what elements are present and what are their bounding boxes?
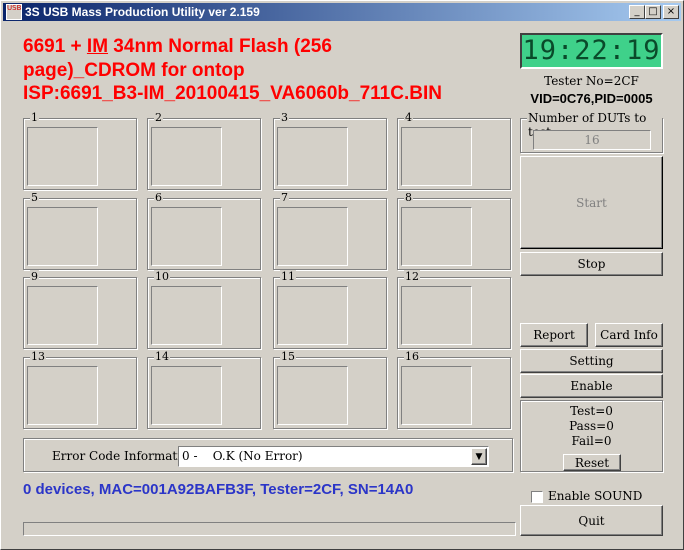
slot-13: 13 [23,350,137,429]
slot-status-panel [27,127,98,186]
slot-status-panel [277,127,348,186]
slot-number: 13 [30,350,46,364]
enable-sound-label: Enable SOUND [548,489,643,503]
slot-15: 15 [273,350,387,429]
slot-status-panel [151,366,222,425]
slot-number: 15 [280,350,296,364]
slot-status-panel [401,286,472,345]
title-bar[interactable]: USB 3S USB Mass Production Utility ver 2… [3,3,681,21]
start-button[interactable]: Start [520,156,663,249]
slot-status-panel [151,207,222,266]
slot-3: 3 [273,111,387,190]
vid-pid: VID=0C76,PID=0005 [530,91,653,106]
slot-status-panel [277,366,348,425]
slot-16: 16 [397,350,511,429]
slot-4: 4 [397,111,511,190]
slot-status-panel [277,207,348,266]
stop-button[interactable]: Stop [520,252,663,276]
slot-number: 1 [30,111,39,125]
app-window: USB 3S USB Mass Production Utility ver 2… [0,0,684,550]
maximize-icon: □ [648,6,658,17]
slot-2: 2 [147,111,261,190]
slot-9: 9 [23,270,137,349]
counters-panel: Test=0 Pass=0 Fail=0 Reset [520,400,663,472]
enable-button[interactable]: Enable [520,374,663,398]
slot-number: 11 [280,270,296,284]
fail-count: Fail=0 [571,434,612,448]
slot-number: 4 [404,111,413,125]
slot-status-panel [27,366,98,425]
slot-number: 9 [30,270,39,284]
minimize-button[interactable]: _ [629,5,645,19]
slot-number: 6 [154,191,163,205]
close-button[interactable]: × [663,5,679,19]
slot-number: 3 [280,111,289,125]
slot-status-panel [151,286,222,345]
usb-app-icon: USB [6,4,22,20]
headline-line-3: ISP:6691_B3-IM_20100415_VA6060b_711C.BIN [23,83,442,104]
error-code-value: 0 - O.K (No Error) [182,449,303,463]
slot-12: 12 [397,270,511,349]
status-line: 0 devices, MAC=001A92BAFB3F, Tester=2CF,… [23,481,414,498]
slot-number: 8 [404,191,413,205]
close-icon: × [666,6,676,17]
error-code-select[interactable]: 0 - O.K (No Error) ▼ [178,446,489,467]
slot-7: 7 [273,191,387,270]
card-info-button[interactable]: Card Info [595,323,663,347]
slot-14: 14 [147,350,261,429]
duts-count-field[interactable]: 16 [533,130,651,150]
slot-number: 16 [404,350,420,364]
enable-sound-checkbox[interactable] [531,491,543,503]
quit-button[interactable]: Quit [520,505,663,536]
slot-status-panel [401,366,472,425]
report-button[interactable]: Report [520,323,588,347]
headline-line-1: 6691 + IM 34nm Normal Flash (256 [23,36,332,57]
slot-status-panel [151,127,222,186]
minimize-icon: _ [634,6,640,17]
slot-6: 6 [147,191,261,270]
tester-number: Tester No=2CF [544,74,639,88]
slot-status-panel [277,286,348,345]
slot-status-panel [401,127,472,186]
slot-number: 12 [404,270,420,284]
slot-number: 5 [30,191,39,205]
reset-button[interactable]: Reset [563,454,621,471]
slot-number: 2 [154,111,163,125]
pass-count: Pass=0 [569,419,614,433]
dropdown-arrow-icon[interactable]: ▼ [471,448,487,465]
slot-1: 1 [23,111,137,190]
window-title: 3S USB Mass Production Utility ver 2.159 [25,5,260,19]
progress-bar [23,522,516,536]
error-code-panel: Error Code Information: 0 - O.K (No Erro… [23,438,513,472]
maximize-button[interactable]: □ [645,5,661,19]
duts-group: Number of DUTs to test 16 [520,111,663,153]
slot-10: 10 [147,270,261,349]
slot-number: 10 [154,270,170,284]
headline-line-2: page)_CDROM for ontop [23,60,245,81]
slot-8: 8 [397,191,511,270]
slot-status-panel [27,286,98,345]
slot-status-panel [401,207,472,266]
setting-button[interactable]: Setting [520,349,663,373]
clock-time: 19:22:19 [522,35,661,66]
test-count: Test=0 [570,404,613,418]
slot-11: 11 [273,270,387,349]
slot-number: 7 [280,191,289,205]
slot-number: 14 [154,350,170,364]
slot-status-panel [27,207,98,266]
slot-5: 5 [23,191,137,270]
clock-display: 19:22:19 [520,33,663,69]
